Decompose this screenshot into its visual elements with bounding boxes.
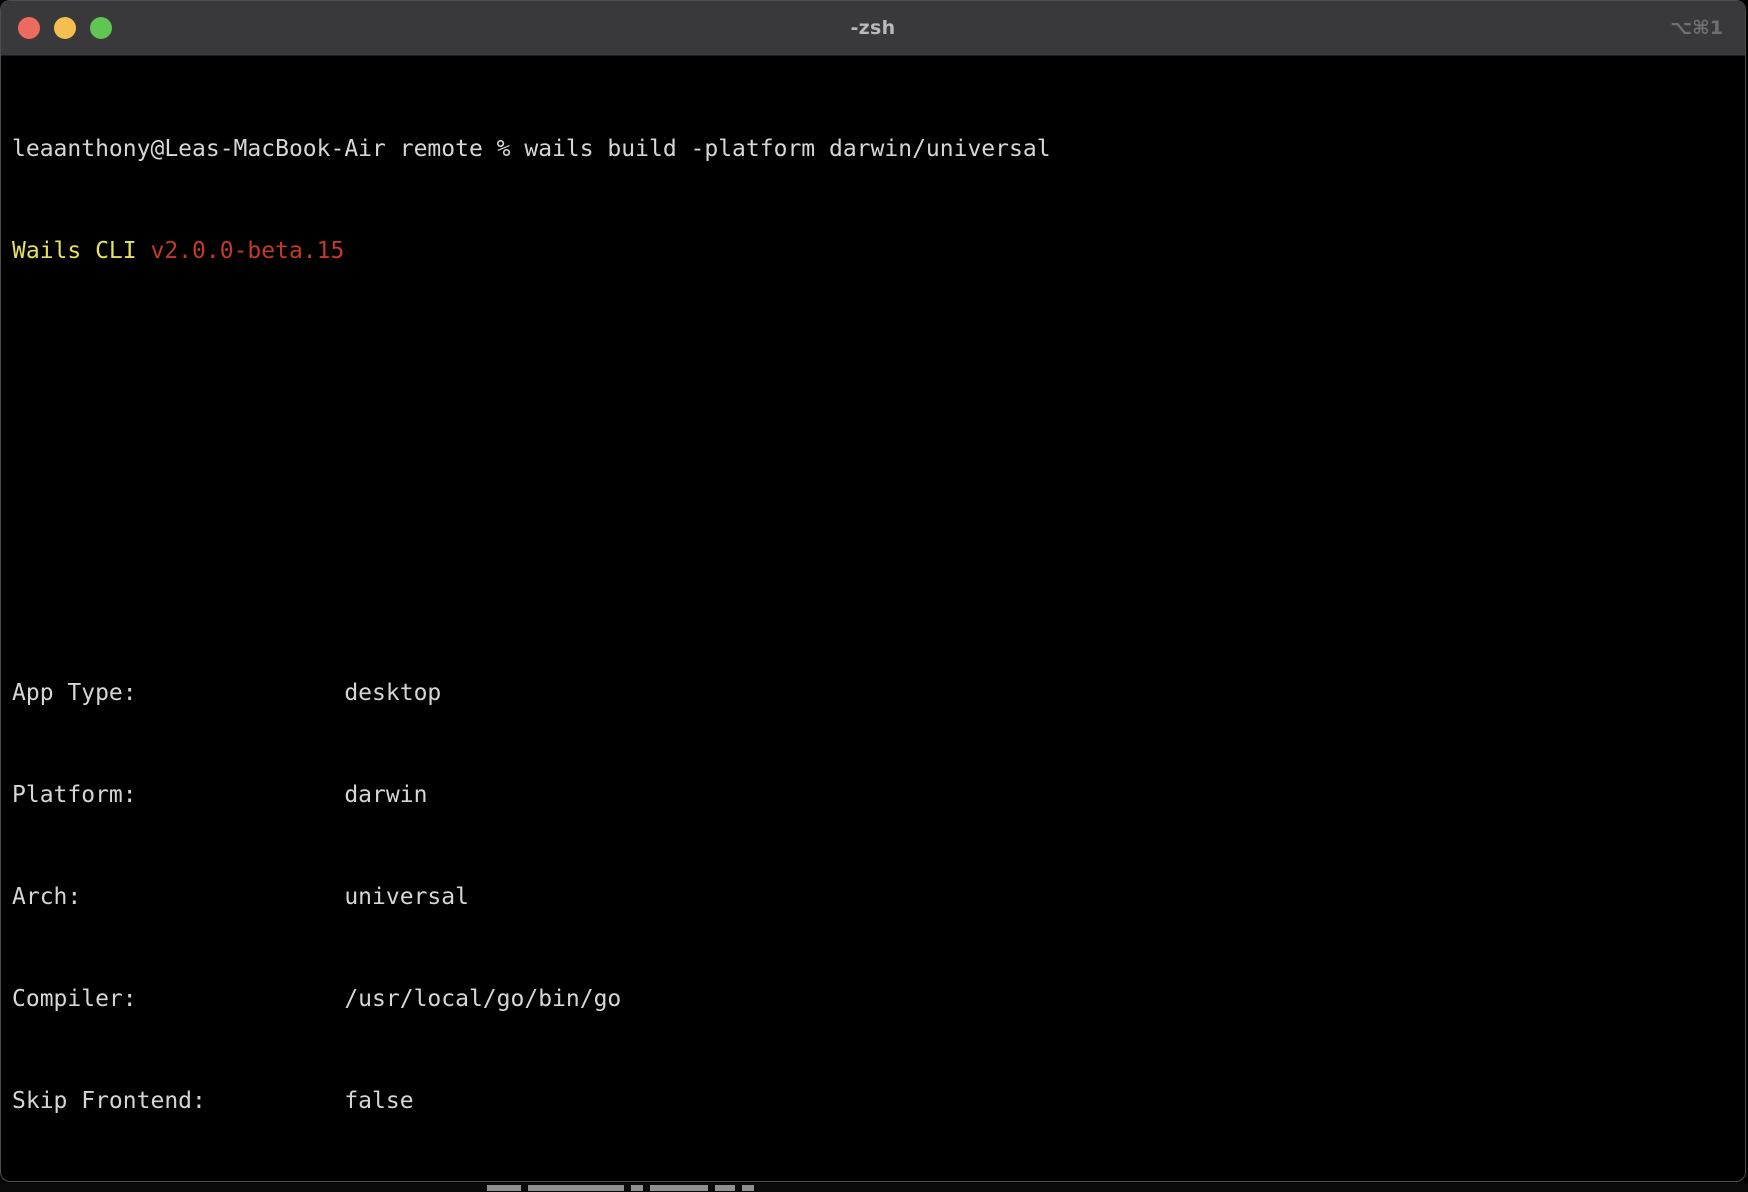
command-line-build: leaanthony@Leas-MacBook-Air remote % wai…	[12, 132, 1745, 166]
build-info-row: Skip Frontend:false	[12, 1084, 1745, 1118]
info-value: false	[344, 1088, 413, 1114]
info-label: Arch:	[12, 880, 344, 914]
info-label: Platform:	[12, 778, 344, 812]
blank-line	[12, 540, 1745, 574]
wails-cli-version: v2.0.0-beta.15	[150, 238, 344, 264]
text-fragment	[528, 1185, 624, 1191]
info-label: App Type:	[12, 676, 344, 710]
text-fragment	[650, 1185, 708, 1191]
info-value: universal	[344, 884, 469, 910]
wails-cli-version-line: Wails CLI v2.0.0-beta.15	[12, 234, 1745, 268]
build-info-row: App Type:desktop	[12, 676, 1745, 710]
text-fragment	[715, 1185, 735, 1191]
build-info-row: Arch:universal	[12, 880, 1745, 914]
info-value: desktop	[344, 680, 441, 706]
window-title: -zsh	[1, 17, 1745, 39]
terminal-window: -zsh ⌥⌘1 leaanthony@Leas-MacBook-Air rem…	[0, 0, 1746, 1182]
tab-shortcut-label: ⌥⌘1	[1670, 17, 1723, 39]
build-info-row: Compiler:/usr/local/go/bin/go	[12, 982, 1745, 1016]
build-info-row: Platform:darwin	[12, 778, 1745, 812]
info-label: Compiler:	[12, 982, 344, 1016]
info-value: /usr/local/go/bin/go	[344, 986, 621, 1012]
text-fragment	[631, 1185, 643, 1191]
text-fragment	[487, 1185, 521, 1191]
titlebar[interactable]: -zsh ⌥⌘1	[1, 1, 1745, 56]
background-window-sliver	[0, 1183, 1748, 1192]
info-value: darwin	[344, 782, 427, 808]
blank-line	[12, 336, 1745, 370]
text-fragment	[742, 1185, 754, 1191]
blank-line	[12, 438, 1745, 472]
terminal-output[interactable]: leaanthony@Leas-MacBook-Air remote % wai…	[1, 56, 1745, 1182]
wails-cli-label: Wails CLI	[12, 238, 150, 264]
info-label: Skip Frontend:	[12, 1084, 344, 1118]
